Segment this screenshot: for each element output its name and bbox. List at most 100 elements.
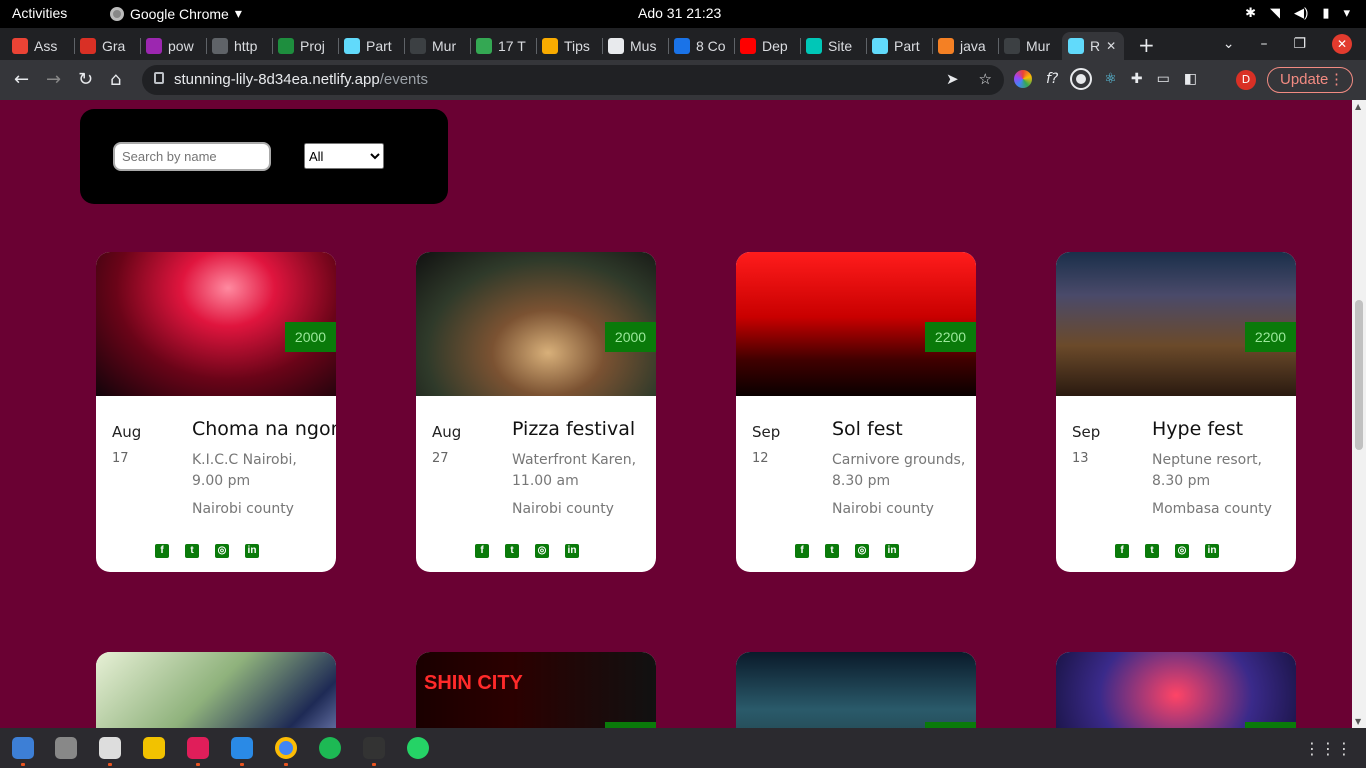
event-image[interactable] [1056,652,1296,728]
battery-icon[interactable]: ▮ [1322,5,1329,21]
whatsapp-dock-icon[interactable] [407,737,429,759]
reload-button[interactable]: ↻ [78,69,93,90]
browser-tab[interactable]: R ✕ [1062,32,1124,60]
event-title[interactable]: Choma na ngoma [192,418,336,440]
browser-tab[interactable]: Proj [278,32,330,60]
browser-tab[interactable]: Part [344,32,396,60]
browser-tab[interactable]: Gra [80,32,132,60]
profile-avatar[interactable]: D [1236,70,1256,90]
instagram-icon[interactable]: ◎ [855,544,869,558]
slack-dock-icon[interactable] [187,737,209,759]
browser-tab[interactable]: Tips [542,32,594,60]
update-button[interactable]: Update ⋮ [1267,67,1353,93]
search-input[interactable] [113,142,271,171]
event-card[interactable]: 2200 Sep 13 Hype fest Neptune resort, 8.… [1056,252,1296,572]
event-card[interactable] [1056,652,1296,728]
spotify-dock-icon[interactable] [319,737,341,759]
browser-tab[interactable]: pow [146,32,198,60]
forward-button[interactable]: → [46,69,61,90]
instagram-icon[interactable]: ◎ [535,544,549,558]
browser-tab[interactable]: Mur [1004,32,1056,60]
browser-tab[interactable]: Mur [410,32,462,60]
system-tray[interactable]: ✱ ◥ ◀) ▮ ▾ [1245,5,1350,21]
event-title[interactable]: Hype fest [1152,418,1243,440]
new-tab-button[interactable]: + [1138,33,1155,57]
send-tab-icon[interactable]: ➤ [946,70,959,88]
activities-button[interactable]: Activities [12,5,67,21]
scrollbar-thumb[interactable] [1355,300,1363,450]
files-dock-icon[interactable] [99,737,121,759]
bookmark-star-icon[interactable]: ☆ [979,70,992,88]
browser-tab[interactable]: Ass [12,32,64,60]
browser-tab[interactable]: Site [806,32,858,60]
browser-tab[interactable]: Mus [608,32,660,60]
terminal-dock-icon[interactable] [363,737,385,759]
scroll-up-arrow[interactable]: ▲ [1355,102,1361,111]
close-window-button[interactable]: ✕ [1332,34,1352,54]
address-bar[interactable]: stunning-lily-8d34ea.netlify.app/events … [142,65,1004,95]
slack-tray-icon[interactable]: ✱ [1245,5,1256,21]
cast-icon[interactable]: ▭ [1157,71,1170,87]
event-card[interactable]: 2200 Sep 12 Sol fest Carnivore grounds, … [736,252,976,572]
thunderbird-dock-icon[interactable] [12,737,34,759]
facebook-icon[interactable]: f [475,544,489,558]
clock[interactable]: Ado 31 21:23 [638,5,721,21]
event-title[interactable]: Sol fest [832,418,903,440]
browser-tab[interactable]: Part [872,32,924,60]
chrome-dock-icon[interactable] [275,737,297,759]
wifi-icon[interactable]: ◥ [1270,5,1280,21]
color-picker-extension-icon[interactable] [1014,70,1032,88]
rhythmbox-dock-icon[interactable] [143,737,165,759]
lock-icon[interactable] [154,72,164,84]
event-card[interactable] [96,652,336,728]
event-card[interactable]: 2000 Aug 27 Pizza festival Waterfront Ka… [416,252,656,572]
browser-tab[interactable]: http [212,32,264,60]
app-menu[interactable]: Google Chrome ▾ [110,5,242,22]
event-image[interactable] [96,652,336,728]
twitter-icon[interactable]: t [185,544,199,558]
page-scrollbar[interactable]: ▲ ▼ [1352,100,1366,728]
linkedin-icon[interactable]: in [565,544,579,558]
scroll-down-arrow[interactable]: ▼ [1355,717,1361,726]
linkedin-icon[interactable]: in [1205,544,1219,558]
back-button[interactable]: ← [14,69,29,90]
linkedin-icon[interactable]: in [885,544,899,558]
react-devtools-icon[interactable]: ⚛ [1104,71,1117,87]
home-button[interactable]: ⌂ [110,69,121,90]
tab-title: 8 Co [696,38,726,54]
browser-tab[interactable]: 17 T [476,32,528,60]
fx-extension-icon[interactable]: f? [1046,71,1058,87]
side-panel-icon[interactable]: ◧ [1184,71,1197,87]
vscode-dock-icon[interactable] [231,737,253,759]
twitter-icon[interactable]: t [1145,544,1159,558]
extensions-puzzle-icon[interactable]: ✚ [1131,71,1143,87]
instagram-icon[interactable]: ◎ [215,544,229,558]
event-title[interactable]: Pizza festival [512,418,635,440]
browser-tab[interactable]: 8 Co [674,32,726,60]
tab-search-icon[interactable]: ⌄ [1223,36,1235,52]
twitter-icon[interactable]: t [825,544,839,558]
facebook-icon[interactable]: f [795,544,809,558]
facebook-icon[interactable]: f [1115,544,1129,558]
browser-tab[interactable]: java [938,32,990,60]
event-card[interactable]: 2000 Aug 17 Choma na ngoma K.I.C.C Nairo… [96,252,336,572]
event-card[interactable] [736,652,976,728]
event-card[interactable]: SHIN CITY [416,652,656,728]
volume-icon[interactable]: ◀) [1294,5,1308,21]
restore-button[interactable]: ❐ [1293,36,1306,52]
show-apps-grid-icon[interactable]: ⋮⋮⋮ [1304,739,1352,758]
facebook-icon[interactable]: f [155,544,169,558]
category-select[interactable]: All [304,143,384,169]
event-image[interactable] [736,652,976,728]
power-caret-icon[interactable]: ▾ [1343,5,1350,21]
browser-tab[interactable]: Dep [740,32,792,60]
menu-dots-icon[interactable]: ⋮ [1329,68,1344,92]
instagram-icon[interactable]: ◎ [1175,544,1189,558]
url-text[interactable]: stunning-lily-8d34ea.netlify.app/events [174,71,428,88]
minimize-button[interactable]: – [1260,36,1267,52]
tab-close-icon[interactable]: ✕ [1106,39,1116,53]
linkedin-icon[interactable]: in [245,544,259,558]
circle-extension-icon[interactable] [1070,68,1093,90]
twitter-icon[interactable]: t [505,544,519,558]
image-viewer-dock-icon[interactable] [55,737,77,759]
